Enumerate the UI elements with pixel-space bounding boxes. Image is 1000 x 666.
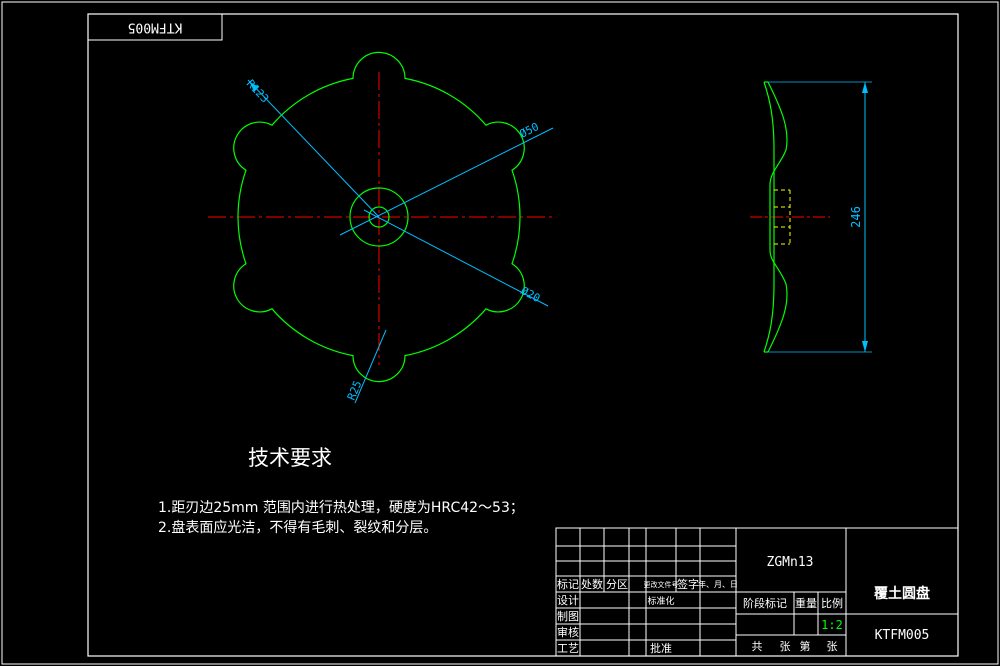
col-header-sign: 签字 bbox=[677, 577, 699, 591]
row-process: 工艺 bbox=[557, 642, 579, 655]
technical-requirements: 技术要求 1.距刃边25mm 范围内进行热处理，硬度为HRC42～53； 2.盘… bbox=[158, 446, 524, 536]
scale-value: 1:2 bbox=[821, 618, 843, 632]
standardization-label: 标准化 bbox=[647, 595, 674, 607]
weight-label: 重量 bbox=[795, 596, 817, 610]
sheet-unit-label: 张 bbox=[780, 640, 791, 653]
stage-label: 阶段标记 bbox=[743, 596, 787, 610]
row-review: 审核 bbox=[557, 625, 579, 639]
requirement-item-1: 1.距刃边25mm 范围内进行热处理，硬度为HRC42～53； bbox=[158, 499, 524, 516]
d-hub-dim-line bbox=[339, 127, 554, 236]
sheet-outer-border bbox=[1, 1, 999, 665]
row-design: 设计 bbox=[557, 594, 579, 607]
mirrored-stamp: KTFM005 bbox=[87, 13, 223, 41]
scale-label: 比例 bbox=[821, 596, 843, 610]
arrow-up-icon bbox=[862, 82, 868, 93]
arrow-down-icon bbox=[862, 341, 868, 352]
col-header-zone: 分区 bbox=[606, 578, 628, 591]
col-header-mark: 标记 bbox=[557, 577, 579, 591]
row-drafting: 制图 bbox=[557, 610, 579, 623]
part-name: 覆土圆盘 bbox=[874, 585, 930, 602]
approval-label: 批准 bbox=[650, 641, 672, 655]
engineering-drawing-sheet: KTFM005 R123 Ø50 Ø20 R25 246 技术要求 1.距刃边2… bbox=[1, 1, 999, 665]
drawing-number: KTFM005 bbox=[875, 628, 930, 643]
sheet-total-label: 共 bbox=[752, 640, 763, 653]
height-label: 246 bbox=[849, 206, 863, 228]
r-notch-label: R25 bbox=[345, 379, 365, 402]
sheet-unit2-label: 张 bbox=[827, 640, 838, 653]
d-hub-label: Ø50 bbox=[517, 120, 541, 141]
front-view: R123 Ø50 Ø20 R25 bbox=[208, 51, 554, 404]
d-hole-label: Ø20 bbox=[519, 284, 543, 305]
r-outer-label: R123 bbox=[244, 77, 272, 105]
stamp-text: KTFM005 bbox=[128, 20, 183, 35]
r-outer-dim-line bbox=[247, 79, 380, 218]
sheet-no-label: 第 bbox=[800, 639, 811, 653]
material-label: ZGMn13 bbox=[767, 555, 814, 570]
requirements-heading: 技术要求 bbox=[248, 446, 332, 470]
drawing-frame bbox=[87, 13, 959, 657]
col-header-count: 处数 bbox=[581, 578, 603, 591]
side-view: 246 bbox=[750, 81, 872, 353]
requirement-item-2: 2.盘表面应光洁，不得有毛刺、裂纹和分层。 bbox=[158, 519, 437, 536]
col-header-date: 年、月、日 bbox=[698, 579, 738, 589]
col-header-change-doc: 更改文件号 bbox=[644, 580, 679, 589]
